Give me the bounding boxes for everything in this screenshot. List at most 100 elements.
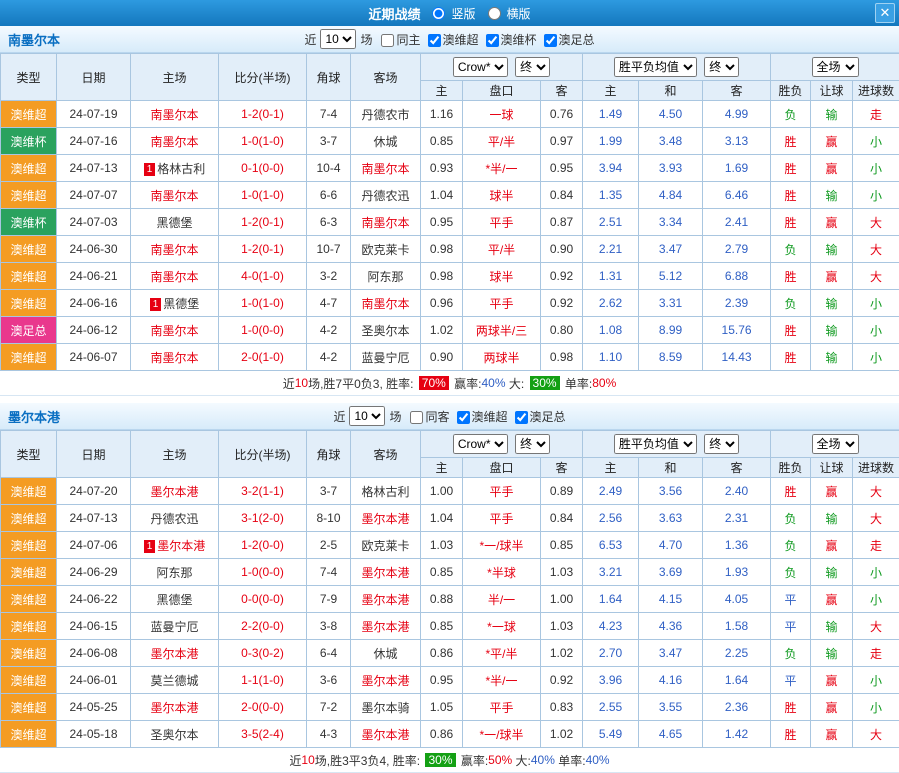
date-cell: 24-07-03 (57, 209, 131, 236)
corner-cell: 6-4 (307, 640, 351, 667)
home-team-cell: 南墨尔本 (131, 344, 219, 371)
handicap-cell: 平/半 (463, 128, 541, 155)
goals-cell: 走 (853, 640, 899, 667)
handicap-result-cell: 输 (811, 236, 853, 263)
away-odds-cell: 0.90 (541, 236, 583, 263)
summary-segment: 10 (301, 753, 314, 767)
handicap-cell: *一/球半 (463, 532, 541, 559)
home-team-cell: 墨尔本港 (131, 640, 219, 667)
handicap-result-cell: 赢 (811, 694, 853, 721)
handicap-result-cell: 输 (811, 101, 853, 128)
scope-select[interactable]: 全场 (812, 57, 859, 77)
odds-stage-select[interactable]: 终 (515, 57, 550, 77)
goals-cell: 小 (853, 317, 899, 344)
avg-home-cell: 3.96 (583, 667, 639, 694)
bookmaker-select[interactable]: Crow* (453, 434, 508, 454)
avg-draw-cell: 3.93 (639, 155, 703, 182)
team-link: 阿东那 (367, 270, 403, 284)
filter-checkbox[interactable] (544, 34, 557, 47)
filter-澳足总[interactable]: 澳足总 (508, 410, 566, 424)
goals-cell: 小 (853, 155, 899, 182)
avg-home-cell: 2.51 (583, 209, 639, 236)
avg-home-cell: 4.23 (583, 613, 639, 640)
league-cell: 澳维超 (1, 586, 57, 613)
handicap-result-cell: 赢 (811, 478, 853, 505)
score-cell: 0-1(0-0) (219, 155, 307, 182)
team-link: 南墨尔本 (361, 297, 409, 311)
handicap-cell: 平手 (463, 478, 541, 505)
avg-stage-select[interactable]: 终 (704, 57, 739, 77)
handicap-result-cell: 输 (811, 290, 853, 317)
team-link: 南墨尔本 (150, 351, 198, 365)
horizontal-layout-label[interactable]: 横版 (507, 5, 531, 22)
away-odds-cell: 1.00 (541, 586, 583, 613)
filter-澳维超[interactable]: 澳维超 (421, 33, 479, 47)
filter-checkbox[interactable] (486, 34, 499, 47)
near-count-select[interactable]: 10 (320, 29, 356, 49)
odds-group-header: Crow* 终 (421, 54, 583, 81)
date-cell: 24-06-01 (57, 667, 131, 694)
team-name: 南墨尔本 (8, 30, 60, 49)
league-cell: 澳维超 (1, 236, 57, 263)
close-icon[interactable]: ✕ (875, 3, 895, 23)
away-team-cell: 休城 (351, 640, 421, 667)
home-odds-cell: 0.86 (421, 640, 463, 667)
horizontal-layout-radio[interactable] (488, 7, 501, 20)
avg-home-cell: 6.53 (583, 532, 639, 559)
team-section-melbourne-port: 墨尔本港 近 10 场 同客澳维超澳足总 类型 日期 主场 比分(半场) (0, 403, 899, 773)
score-cell: 1-2(0-1) (219, 101, 307, 128)
away-team-cell: 南墨尔本 (351, 290, 421, 317)
avg-draw-cell: 4.50 (639, 101, 703, 128)
handicap-result-cell: 输 (811, 505, 853, 532)
home-odds-cell: 0.95 (421, 209, 463, 236)
filter-checkbox[interactable] (410, 411, 423, 424)
result-cell: 负 (771, 290, 811, 317)
away-odds-cell: 0.92 (541, 290, 583, 317)
filter-澳足总[interactable]: 澳足总 (537, 33, 595, 47)
handicap-cell: 两球半 (463, 344, 541, 371)
league-cell: 澳维超 (1, 532, 57, 559)
corner-cell: 7-9 (307, 586, 351, 613)
filter-同主[interactable]: 同主 (374, 33, 420, 47)
away-odds-cell: 0.83 (541, 694, 583, 721)
corner-cell: 4-3 (307, 721, 351, 748)
handicap-cell: *半球 (463, 559, 541, 586)
handicap-result-cell: 输 (811, 317, 853, 344)
corner-cell: 8-10 (307, 505, 351, 532)
filter-澳维超[interactable]: 澳维超 (450, 410, 508, 424)
filter-checkbox[interactable] (381, 34, 394, 47)
filter-checkbox[interactable] (515, 411, 528, 424)
near-count-select[interactable]: 10 (349, 406, 385, 426)
away-odds-cell: 1.03 (541, 559, 583, 586)
vertical-layout-radio[interactable] (432, 7, 445, 20)
avg-stage-select[interactable]: 终 (704, 434, 739, 454)
filter-澳维杯[interactable]: 澳维杯 (479, 33, 537, 47)
filter-checkbox[interactable] (457, 411, 470, 424)
vertical-layout-label[interactable]: 竖版 (451, 5, 475, 22)
score-cell: 1-0(0-0) (219, 559, 307, 586)
home-team-cell: 莫兰德城 (131, 667, 219, 694)
avg-home-cell: 1.31 (583, 263, 639, 290)
handicap-cell: 平/半 (463, 236, 541, 263)
filter-同客[interactable]: 同客 (403, 410, 449, 424)
league-cell: 澳足总 (1, 317, 57, 344)
team-link: 墨尔本港 (150, 485, 198, 499)
corner-cell: 2-5 (307, 532, 351, 559)
date-cell: 24-06-21 (57, 263, 131, 290)
filter-checkbox[interactable] (428, 34, 441, 47)
odds-stage-select[interactable]: 终 (515, 434, 550, 454)
scope-select[interactable]: 全场 (812, 434, 859, 454)
score-cell: 2-0(1-0) (219, 344, 307, 371)
home-team-cell: 墨尔本港 (131, 694, 219, 721)
avg-type-select[interactable]: 胜平负均值 (614, 57, 697, 77)
col-date: 日期 (57, 431, 131, 478)
avg-home-cell: 2.70 (583, 640, 639, 667)
summary-segment: 近 (283, 375, 295, 392)
bookmaker-select[interactable]: Crow* (453, 57, 508, 77)
summary-segment: 近 (289, 752, 301, 769)
avg-away-cell: 1.58 (703, 613, 771, 640)
summary-bar: 近10场,胜7平0负3, 胜率: 70% 赢率:40% 大: 30% 单率:80… (0, 371, 899, 396)
away-odds-cell: 0.92 (541, 667, 583, 694)
avg-type-select[interactable]: 胜平负均值 (614, 434, 697, 454)
matches-table: 类型 日期 主场 比分(半场) 角球 客场 Crow* 终 胜平负均值 终 (0, 53, 899, 371)
